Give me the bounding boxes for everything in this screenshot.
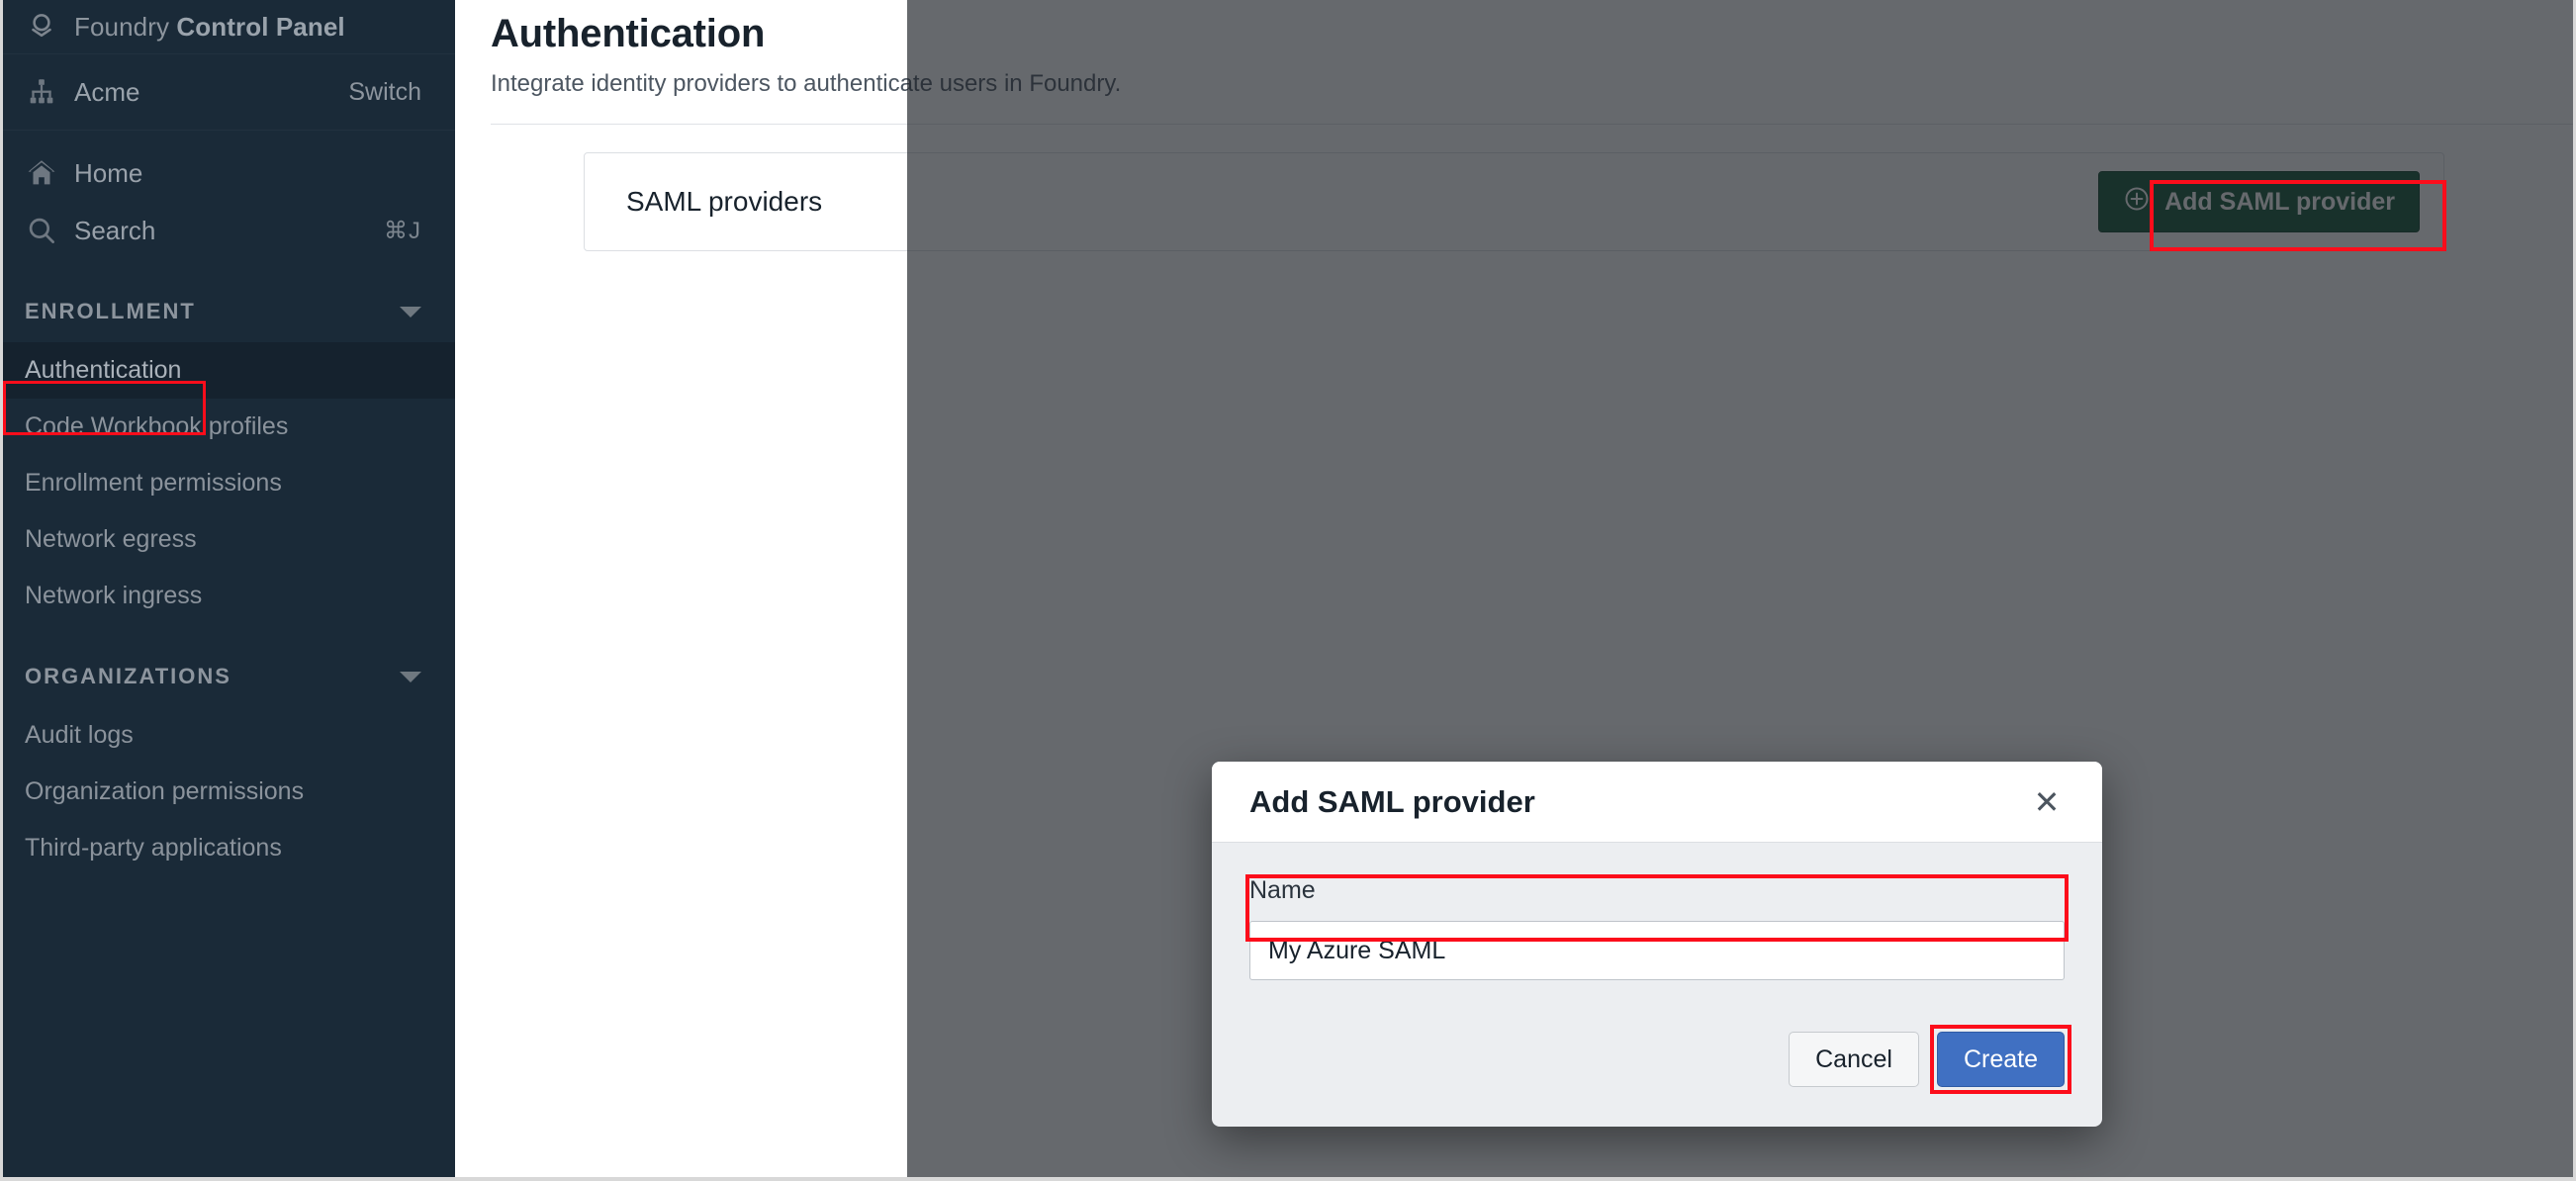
primary-nav: Home Search ⌘J	[3, 131, 455, 259]
chevron-down-icon[interactable]	[400, 671, 421, 682]
sidebar-item-code-workbook-profiles[interactable]: Code Workbook profiles	[3, 399, 455, 455]
nav-item-home[interactable]: Home	[3, 144, 455, 202]
dialog-footer: Cancel Create	[1212, 998, 2102, 1127]
section-header-enrollment[interactable]: ENROLLMENT	[3, 281, 455, 342]
control-panel-window: Foundry Control Panel Acme Switch Home S…	[0, 0, 2576, 1181]
sidebar-item-third-party-applications[interactable]: Third-party applications	[3, 820, 455, 876]
sidebar-item-authentication[interactable]: Authentication	[3, 342, 455, 399]
section-title-enrollment: ENROLLMENT	[25, 299, 196, 323]
sidebar-item-authentication-label: Authentication	[25, 356, 182, 384]
sidebar-item-enrollment-permissions[interactable]: Enrollment permissions	[3, 455, 455, 511]
dialog-body: Name	[1212, 843, 2102, 998]
chevron-down-icon[interactable]	[400, 306, 421, 318]
nav-item-search[interactable]: Search ⌘J	[3, 202, 455, 259]
close-icon[interactable]: ✕	[2025, 780, 2069, 824]
sidebar: Foundry Control Panel Acme Switch Home S…	[3, 0, 455, 1177]
sidebar-item-enrollment-permissions-label: Enrollment permissions	[25, 469, 282, 497]
org-switch-link[interactable]: Switch	[348, 78, 421, 107]
search-shortcut: ⌘J	[384, 217, 421, 244]
org-tree-icon	[25, 75, 58, 109]
create-button[interactable]: Create	[1936, 1032, 2065, 1087]
sidebar-item-audit-logs[interactable]: Audit logs	[3, 707, 455, 764]
sidebar-item-audit-logs-label: Audit logs	[25, 721, 134, 749]
brand-label: Foundry Control Panel	[74, 11, 345, 42]
sidebar-item-network-egress-label: Network egress	[25, 525, 197, 553]
cancel-button[interactable]: Cancel	[1789, 1032, 1919, 1087]
sidebar-item-network-egress[interactable]: Network egress	[3, 511, 455, 568]
nav-item-search-label: Search	[74, 215, 156, 245]
nav-item-home-label: Home	[74, 157, 143, 188]
foundry-logo-icon	[25, 10, 58, 44]
dialog-header: Add SAML provider ✕	[1212, 762, 2102, 843]
add-saml-provider-dialog: Add SAML provider ✕ Name Cancel Create	[1212, 762, 2102, 1127]
section-title-organizations: ORGANIZATIONS	[25, 664, 231, 688]
dialog-title: Add SAML provider	[1249, 783, 1535, 819]
sidebar-item-organization-permissions-label: Organization permissions	[25, 777, 305, 805]
search-icon	[25, 214, 58, 247]
brand[interactable]: Foundry Control Panel	[3, 0, 455, 53]
sidebar-item-code-workbook-profiles-label: Code Workbook profiles	[25, 412, 289, 440]
create-button-wrap: Create	[1929, 1025, 2071, 1094]
org-name: Acme	[74, 76, 140, 107]
sidebar-item-third-party-applications-label: Third-party applications	[25, 834, 282, 862]
sidebar-item-organization-permissions[interactable]: Organization permissions	[3, 764, 455, 820]
sidebar-item-network-ingress-label: Network ingress	[25, 582, 203, 609]
home-icon	[25, 156, 58, 190]
org-switcher[interactable]: Acme Switch	[3, 53, 455, 131]
name-field[interactable]	[1249, 921, 2065, 980]
section-header-organizations[interactable]: ORGANIZATIONS	[3, 646, 455, 707]
sidebar-item-network-ingress[interactable]: Network ingress	[3, 568, 455, 624]
name-field-label: Name	[1249, 876, 1316, 904]
